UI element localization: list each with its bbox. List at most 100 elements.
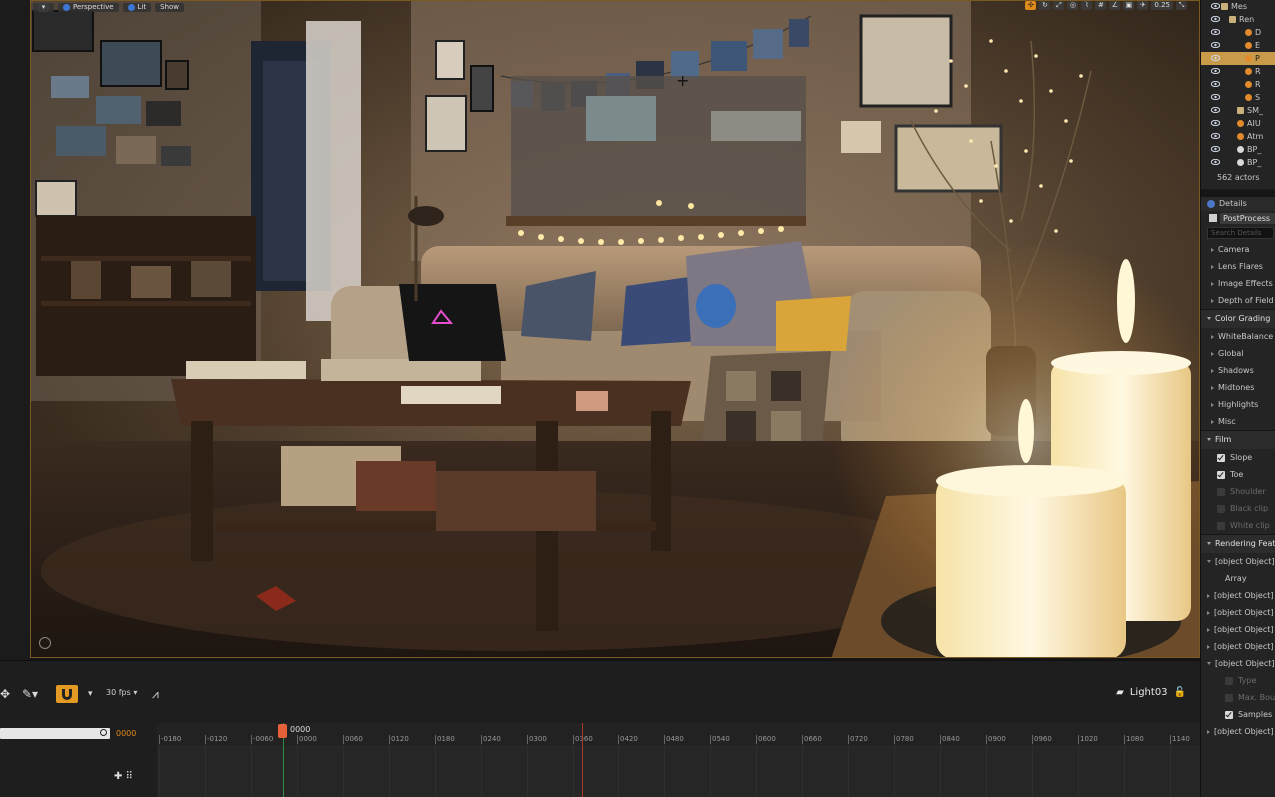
outliner-row[interactable]: P xyxy=(1201,52,1275,65)
camera-speed-icon[interactable]: ✈ xyxy=(1137,1,1149,10)
details-property-row[interactable]: [object Object] xyxy=(1201,638,1275,655)
angle-snap-icon[interactable]: ∠ xyxy=(1109,1,1121,10)
snap-magnet-button[interactable] xyxy=(56,685,78,703)
visibility-eye-icon[interactable] xyxy=(1211,29,1220,35)
viewport-options-button[interactable]: ▾ xyxy=(33,2,54,12)
track-grid-line xyxy=(389,745,390,797)
maximize-viewport-icon[interactable]: ⤡ xyxy=(1176,1,1187,10)
visibility-eye-icon[interactable] xyxy=(1211,3,1220,9)
details-property-row[interactable]: [object Object] xyxy=(1201,587,1275,604)
override-checkbox[interactable] xyxy=(1217,487,1225,496)
scale-snap-icon[interactable]: ▣ xyxy=(1123,1,1135,10)
outliner-row[interactable]: BP_ xyxy=(1201,156,1275,169)
grid-snap-icon[interactable]: # xyxy=(1095,1,1107,10)
details-tab[interactable]: Details xyxy=(1201,197,1275,211)
rendering-property-row[interactable]: Array xyxy=(1201,570,1275,587)
rotate-tool-icon[interactable]: ↻ xyxy=(1039,1,1051,10)
lit-label: Lit xyxy=(137,2,147,11)
scale-tool-icon[interactable]: ⤢ xyxy=(1053,1,1065,10)
outliner-row[interactable]: Ren xyxy=(1201,13,1275,26)
outliner-row[interactable]: R xyxy=(1201,78,1275,91)
override-checkbox[interactable] xyxy=(1225,710,1233,719)
outliner-row[interactable]: S xyxy=(1201,91,1275,104)
details-property-row[interactable]: Midtones xyxy=(1201,379,1275,396)
visibility-eye-icon[interactable] xyxy=(1211,133,1220,139)
details-property-row[interactable]: Image Effects xyxy=(1201,275,1275,292)
panel-divider[interactable] xyxy=(1201,190,1275,197)
scene-render[interactable]: + xyxy=(31,1,1200,658)
visibility-eye-icon[interactable] xyxy=(1211,16,1220,22)
visibility-eye-icon[interactable] xyxy=(1211,68,1220,74)
outliner-row[interactable]: SM_ xyxy=(1201,104,1275,117)
visibility-eye-icon[interactable] xyxy=(1211,42,1220,48)
visibility-eye-icon[interactable] xyxy=(1211,55,1220,61)
curve-editor-icon[interactable]: ⩘ xyxy=(152,686,159,702)
fps-dropdown[interactable]: 30 fps ▾ xyxy=(106,688,137,697)
folder-icon[interactable]: ▰ xyxy=(1116,687,1124,698)
lock-icon[interactable]: 🔓 xyxy=(1174,687,1186,698)
visibility-eye-icon[interactable] xyxy=(1211,146,1220,152)
end-marker[interactable] xyxy=(582,723,583,797)
details-property-row[interactable]: Camera xyxy=(1201,241,1275,258)
outliner-row[interactable]: R xyxy=(1201,65,1275,78)
playhead-handle[interactable] xyxy=(278,724,287,738)
details-property-row[interactable]: Lens Flares xyxy=(1201,258,1275,275)
outliner-row[interactable]: Atm xyxy=(1201,130,1275,143)
override-checkbox[interactable] xyxy=(1217,504,1225,513)
ruler-tick xyxy=(251,735,252,744)
film-header[interactable]: Film xyxy=(1201,430,1275,449)
timeline-ruler[interactable]: -0180 -0120 -0060 0000 0060 0120 0180 0240 0300 0… xyxy=(157,723,1200,745)
surface-snap-icon[interactable]: ⌇ xyxy=(1081,1,1093,10)
perspective-button[interactable]: Perspective xyxy=(58,2,119,12)
level-viewport[interactable]: + ▾ Perspective Lit Show ✣ ↻ ⤢ ◎ ⌇ # ∠ ▣… xyxy=(30,0,1200,658)
visibility-eye-icon[interactable] xyxy=(1211,120,1220,126)
details-property-row[interactable]: Misc xyxy=(1201,413,1275,430)
outliner-row[interactable]: Mes xyxy=(1201,0,1275,13)
folder-icon xyxy=(1229,16,1236,23)
outliner-row[interactable]: D xyxy=(1201,26,1275,39)
show-button[interactable]: Show xyxy=(155,2,185,12)
collapse-arrow-icon xyxy=(1207,610,1210,615)
ruler-tick xyxy=(940,735,941,744)
visibility-eye-icon[interactable] xyxy=(1211,107,1220,113)
track-search-input[interactable] xyxy=(0,728,110,739)
details-property-row[interactable]: Global xyxy=(1201,345,1275,362)
select-tool-icon[interactable]: ✣ xyxy=(1025,1,1037,10)
rendering-features-header[interactable]: Rendering Features xyxy=(1201,534,1275,553)
details-property-row[interactable]: Shadows xyxy=(1201,362,1275,379)
details-property-row[interactable]: Highlights xyxy=(1201,396,1275,413)
override-checkbox[interactable] xyxy=(1217,521,1225,530)
override-checkbox[interactable] xyxy=(1217,453,1225,462)
visibility-eye-icon[interactable] xyxy=(1211,159,1220,165)
details-property-row[interactable]: [object Object] xyxy=(1201,621,1275,638)
outliner-row[interactable]: E xyxy=(1201,39,1275,52)
snap-options-chevron-icon[interactable]: ▾ xyxy=(88,686,93,702)
details-search-input[interactable]: Search Details xyxy=(1207,227,1274,239)
details-property-row[interactable]: [object Object] xyxy=(1201,655,1275,672)
color-grading-header[interactable]: Color Grading xyxy=(1201,309,1275,328)
outliner-row[interactable]: BP_ xyxy=(1201,143,1275,156)
transform-tool-icon[interactable]: ✥ xyxy=(0,686,10,702)
visibility-eye-icon[interactable] xyxy=(1211,94,1220,100)
add-track-button[interactable]: ✚ ⠿ xyxy=(114,771,133,782)
override-checkbox[interactable] xyxy=(1225,676,1233,685)
visibility-eye-icon[interactable] xyxy=(1211,81,1220,87)
view-mode-button[interactable]: Lit xyxy=(122,2,152,12)
object-name-field[interactable]: PostProcess xyxy=(1220,212,1275,224)
left-toolbar-strip xyxy=(0,0,30,660)
camera-speed-value[interactable]: 0.25 xyxy=(1151,1,1173,10)
outliner-row[interactable]: AIU xyxy=(1201,117,1275,130)
override-checkbox[interactable] xyxy=(1225,693,1233,702)
draw-tool-icon[interactable]: ✎▾ xyxy=(22,686,38,702)
override-checkbox[interactable] xyxy=(1217,470,1225,479)
details-property-row[interactable]: WhiteBalance xyxy=(1201,328,1275,345)
timeline-tracks[interactable] xyxy=(157,745,1200,797)
details-property-row[interactable]: [object Object] xyxy=(1201,604,1275,621)
collapse-arrow-icon xyxy=(1207,644,1210,649)
details-property-row[interactable]: [object Object] xyxy=(1201,723,1275,740)
details-property-row[interactable]: Depth of Field xyxy=(1201,292,1275,309)
details-property-row[interactable]: [object Object] xyxy=(1201,553,1275,570)
current-time-value[interactable]: 0000 xyxy=(116,729,136,738)
details-tab-label: Details xyxy=(1219,199,1247,208)
world-space-icon[interactable]: ◎ xyxy=(1067,1,1079,10)
